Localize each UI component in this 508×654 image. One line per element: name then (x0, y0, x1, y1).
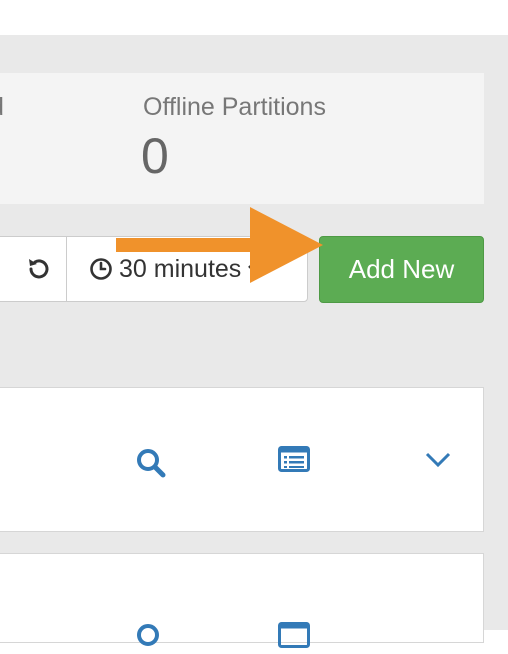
orange-arrow-annotation (116, 207, 323, 283)
refresh-icon (29, 259, 49, 279)
chevron-down-icon[interactable] (424, 449, 452, 469)
offline-partitions-value: 0 (141, 128, 169, 184)
clock-icon (90, 258, 112, 280)
offline-partitions-label: Offline Partitions (143, 93, 326, 121)
refresh-button[interactable] (0, 237, 67, 301)
list-card (0, 387, 484, 532)
list-icon[interactable] (278, 446, 310, 472)
search-icon[interactable] (135, 447, 167, 479)
list-icon[interactable] (278, 622, 310, 648)
search-icon[interactable] (135, 622, 167, 654)
stat-label-clipped: d (0, 93, 4, 122)
add-new-button[interactable]: Add New (319, 236, 484, 303)
